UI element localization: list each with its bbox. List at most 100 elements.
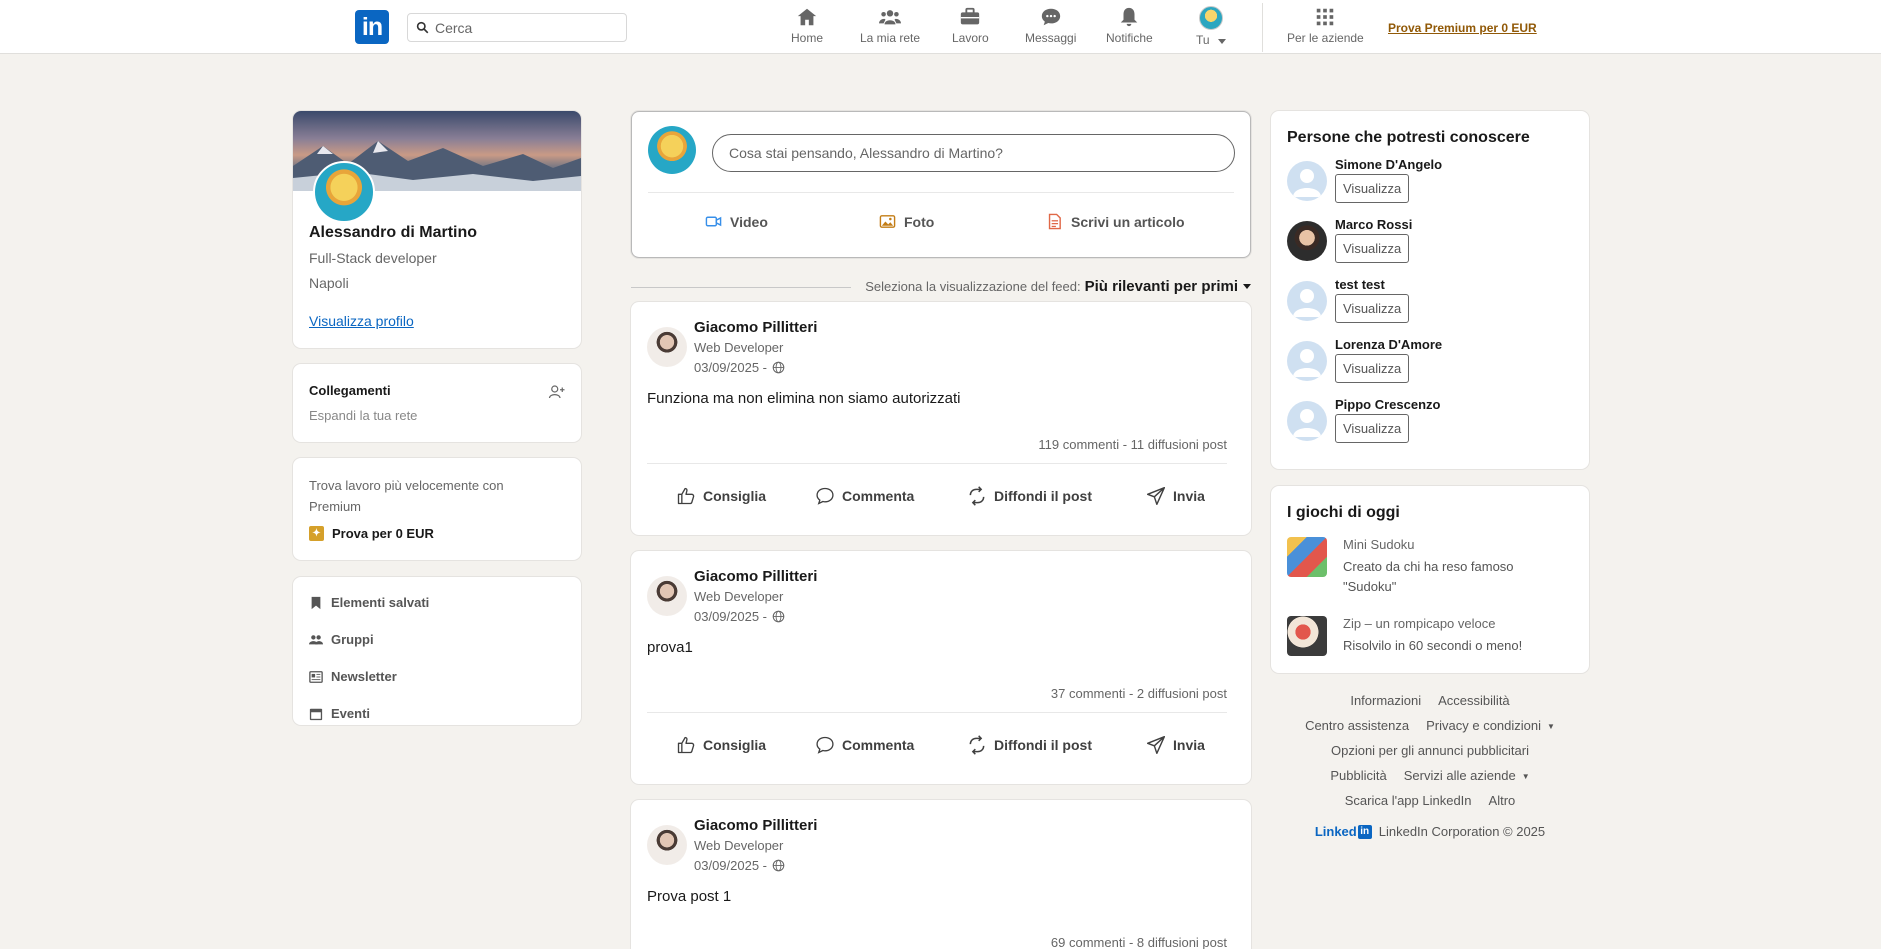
start-post-input[interactable]: Cosa stai pensando, Alessandro di Martin… xyxy=(712,134,1235,172)
feed-sort-label: Seleziona la visualizzazione del feed: xyxy=(865,279,1081,294)
search-icon xyxy=(416,21,429,34)
profile-card: Alessandro di Martino Full-Stack develop… xyxy=(293,111,581,348)
connections-card[interactable]: Collegamenti Espandi la tua rete xyxy=(293,364,581,442)
footer-link[interactable]: Scarica l'app LinkedIn xyxy=(1345,793,1472,808)
action-label: Diffondi il post xyxy=(994,488,1092,504)
view-profile-link[interactable]: Visualizza profilo xyxy=(309,313,414,329)
person-name[interactable]: Marco Rossi xyxy=(1335,217,1412,232)
author-avatar[interactable] xyxy=(647,576,687,616)
comment-icon xyxy=(816,736,834,754)
briefcase-icon xyxy=(961,7,980,25)
view-person-button[interactable]: Visualizza xyxy=(1335,234,1410,263)
person-avatar[interactable] xyxy=(1287,281,1327,321)
nav-notifications[interactable]: Notifiche xyxy=(1106,6,1153,50)
nav-home[interactable]: Home xyxy=(791,6,823,50)
post-author[interactable]: Giacomo Pillitteri xyxy=(694,817,817,834)
footer-link[interactable]: Servizi alle aziende ▼ xyxy=(1404,768,1530,783)
nav-notifications-label: Notifiche xyxy=(1106,31,1153,45)
person-name[interactable]: test test xyxy=(1335,277,1385,292)
comment-button[interactable]: Commenta xyxy=(815,486,914,506)
premium-card[interactable]: Trova lavoro più velocemente con Premium… xyxy=(293,458,581,560)
premium-try-button[interactable]: ✦ Prova per 0 EUR xyxy=(309,526,434,541)
bell-icon xyxy=(1121,7,1138,27)
nav-jobs[interactable]: Lavoro xyxy=(952,6,989,50)
network-icon xyxy=(879,10,902,25)
profile-headline: Full-Stack developer xyxy=(309,250,437,266)
person-name[interactable]: Simone D'Angelo xyxy=(1335,157,1442,172)
post-author[interactable]: Giacomo Pillitteri xyxy=(694,568,817,585)
composer-article-button[interactable]: Scrivi un articolo xyxy=(1046,213,1185,230)
people-title: Persone che potresti conoscere xyxy=(1287,129,1530,146)
footer-link[interactable]: Opzioni per gli annunci pubblicitari xyxy=(1331,743,1529,758)
caret-down-icon: ▼ xyxy=(1521,772,1530,782)
nav-network[interactable]: La mia rete xyxy=(860,6,920,50)
footer-link[interactable]: Informazioni xyxy=(1350,693,1421,708)
send-button[interactable]: Invia xyxy=(1146,486,1205,506)
post-text: Funziona ma non elimina non siamo autori… xyxy=(647,390,961,407)
post-stats[interactable]: 119 commenti - 11 diffusioni post xyxy=(1038,437,1227,452)
post-stats[interactable]: 69 commenti - 8 diffusioni post xyxy=(1051,935,1227,949)
action-label: Consiglia xyxy=(703,737,767,753)
linkedin-logo[interactable]: in xyxy=(355,10,389,44)
like-button[interactable]: Consiglia xyxy=(676,735,766,755)
nav-business[interactable]: Per le aziende xyxy=(1287,6,1364,50)
person-name[interactable]: Pippo Crescenzo xyxy=(1335,397,1440,412)
view-person-button[interactable]: Visualizza xyxy=(1335,294,1410,323)
nav-me[interactable]: Tu xyxy=(1196,6,1226,50)
shortcut-events[interactable]: Eventi xyxy=(309,706,370,721)
avatar[interactable] xyxy=(648,126,696,174)
author-avatar[interactable] xyxy=(647,327,687,367)
post-author[interactable]: Giacomo Pillitteri xyxy=(694,319,817,336)
like-button[interactable]: Consiglia xyxy=(676,486,766,506)
search-box[interactable] xyxy=(407,13,627,42)
shortcut-label: Newsletter xyxy=(331,669,397,684)
footer-link[interactable]: Privacy e condizioni ▼ xyxy=(1426,718,1555,733)
action-label: Invia xyxy=(1173,737,1205,753)
footer-link[interactable]: Altro xyxy=(1489,793,1516,808)
comment-button[interactable]: Commenta xyxy=(815,735,914,755)
video-icon xyxy=(705,216,722,227)
action-label: Diffondi il post xyxy=(994,737,1092,753)
feed-sort-control[interactable]: Seleziona la visualizzazione del feed: P… xyxy=(865,278,1251,295)
person-suggestion: test test Visualizza xyxy=(1287,277,1577,331)
person-avatar[interactable] xyxy=(1287,221,1327,261)
person-name[interactable]: Lorenza D'Amore xyxy=(1335,337,1442,352)
chevron-down-icon xyxy=(1243,284,1251,289)
search-input[interactable] xyxy=(435,19,615,36)
divider xyxy=(648,192,1234,193)
calendar-icon xyxy=(309,708,323,720)
composer-action-label: Foto xyxy=(904,213,935,230)
view-person-button[interactable]: Visualizza xyxy=(1335,414,1410,443)
person-avatar[interactable] xyxy=(1287,341,1327,381)
add-person-icon[interactable] xyxy=(548,383,566,401)
composer-photo-button[interactable]: Foto xyxy=(879,213,934,230)
footer-link[interactable]: Accessibilità xyxy=(1438,693,1510,708)
person-suggestion: Lorenza D'Amore Visualizza xyxy=(1287,337,1577,391)
footer-link[interactable]: Centro assistenza xyxy=(1305,718,1409,733)
shortcut-newsletter[interactable]: Newsletter xyxy=(309,669,397,684)
profile-name[interactable]: Alessandro di Martino xyxy=(309,224,477,242)
nav-divider xyxy=(1262,3,1263,52)
repost-button[interactable]: Diffondi il post xyxy=(967,486,1092,506)
person-avatar[interactable] xyxy=(1287,401,1327,441)
mini-sudoku-thumbnail xyxy=(1287,537,1327,577)
person-suggestion: Simone D'Angelo Visualizza xyxy=(1287,157,1577,211)
repost-button[interactable]: Diffondi il post xyxy=(967,735,1092,755)
person-avatar[interactable] xyxy=(1287,161,1327,201)
nav-messages[interactable]: Messaggi xyxy=(1025,6,1076,50)
send-button[interactable]: Invia xyxy=(1146,735,1205,755)
shortcut-saved[interactable]: Elementi salvati xyxy=(309,595,429,610)
premium-trial-link[interactable]: Prova Premium per 0 EUR xyxy=(1388,21,1537,35)
repost-icon xyxy=(969,486,985,506)
post-stats[interactable]: 37 commenti - 2 diffusioni post xyxy=(1051,686,1227,701)
footer-link[interactable]: Pubblicità xyxy=(1330,768,1386,783)
profile-avatar[interactable] xyxy=(313,161,375,223)
view-person-button[interactable]: Visualizza xyxy=(1335,354,1410,383)
author-avatar[interactable] xyxy=(647,825,687,865)
shortcut-groups[interactable]: Gruppi xyxy=(309,632,374,647)
view-person-button[interactable]: Visualizza xyxy=(1335,174,1410,203)
feed-post: Giacomo Pillitteri Web Developer 03/09/2… xyxy=(631,302,1251,535)
composer-video-button[interactable]: Video xyxy=(705,213,768,230)
post-date: 03/09/2025 - xyxy=(694,609,785,624)
divider xyxy=(647,712,1227,713)
